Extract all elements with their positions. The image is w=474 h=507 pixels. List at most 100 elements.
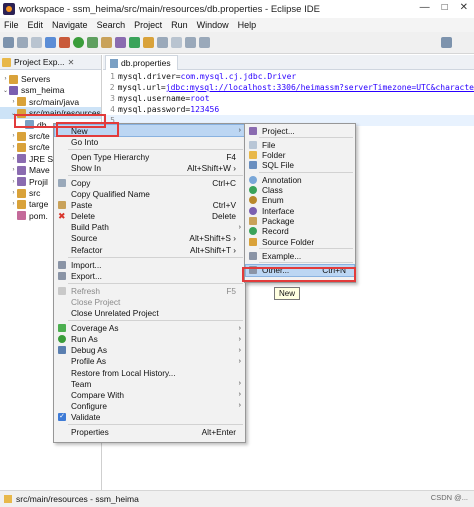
external-tools-icon[interactable] xyxy=(101,37,112,48)
search-toolbar-icon[interactable] xyxy=(157,37,168,48)
tree-expand-icon[interactable]: › xyxy=(10,156,17,162)
menu-item-close-project[interactable]: Close Project xyxy=(55,296,244,307)
menu-item-label: Project... xyxy=(262,125,295,136)
editor-tab-bar: db.properties xyxy=(103,55,474,70)
menu-item-export[interactable]: Export... xyxy=(55,270,244,281)
tree-item-src-main-java[interactable]: › src/main/java xyxy=(0,96,101,108)
menu-item-example[interactable]: Example... xyxy=(246,250,354,261)
main-toolbar xyxy=(0,32,474,54)
menu-edit[interactable]: Edit xyxy=(28,20,44,30)
menu-item-source[interactable]: Source Alt+Shift+S › xyxy=(55,233,244,244)
code-editor[interactable]: 1 mysql.driver= com.mysql.cj.jdbc.Driver 2 m… xyxy=(103,71,474,126)
menu-file[interactable]: File xyxy=(4,20,19,30)
menu-separator xyxy=(259,171,353,173)
menu-item-copy-qualified-name[interactable]: Copy Qualified Name xyxy=(55,189,244,200)
minimize-button[interactable]: — xyxy=(420,2,430,13)
menu-separator xyxy=(259,262,353,264)
submenu-arrow-icon: › xyxy=(238,324,241,332)
paste-icon xyxy=(58,201,66,210)
submenu-arrow-icon: › xyxy=(238,223,241,231)
new-class-icon[interactable] xyxy=(129,37,140,48)
menu-item-profile-as[interactable]: Profile As › xyxy=(55,356,244,367)
project-explorer-tab[interactable]: Project Exp... ✕ xyxy=(0,55,101,70)
menu-item-restore-from-local-history[interactable]: Restore from Local History... xyxy=(55,367,244,378)
menu-help[interactable]: Help xyxy=(238,20,257,30)
menu-item-open-type-hierarchy[interactable]: Open Type Hierarchy F4 xyxy=(55,151,244,162)
menu-item-build-path[interactable]: Build Path › xyxy=(55,222,244,233)
menu-item-refactor[interactable]: Refactor Alt+Shift+T › xyxy=(55,244,244,255)
save-all-icon[interactable] xyxy=(31,37,42,48)
menu-item-label: Refactor xyxy=(71,244,103,255)
menu-item-shortcut: F5 xyxy=(226,285,236,296)
tree-item-servers[interactable]: › Servers xyxy=(0,73,101,85)
forward-icon[interactable] xyxy=(199,37,210,48)
code-line[interactable]: 1 mysql.driver= com.mysql.cj.jdbc.Driver xyxy=(103,71,474,82)
menu-item-label: Properties xyxy=(71,427,109,437)
menu-item-compare-with[interactable]: Compare With › xyxy=(55,389,244,400)
tree-expand-icon[interactable]: › xyxy=(10,190,17,196)
menu-item-coverage-as[interactable]: Coverage As › xyxy=(55,323,244,334)
menu-run[interactable]: Run xyxy=(171,20,188,30)
code-line[interactable]: 2 mysql.url= jdbc:mysql://localhost:3306/h… xyxy=(103,82,474,93)
run-toolbar-icon[interactable] xyxy=(73,37,84,48)
tree-expand-icon[interactable]: › xyxy=(2,76,9,82)
tree-expand-icon[interactable]: › xyxy=(10,201,17,207)
tree-expand-icon[interactable]: › xyxy=(10,99,17,105)
coverage-toolbar-icon[interactable] xyxy=(87,37,98,48)
menu-item-paste[interactable]: Paste Ctrl+V xyxy=(55,200,244,211)
tree-item-label: src xyxy=(29,188,41,198)
menu-project[interactable]: Project xyxy=(134,20,162,30)
skip-breakpoints-icon[interactable] xyxy=(59,37,70,48)
editor-tab-db-properties[interactable]: db.properties xyxy=(105,55,178,70)
code-line[interactable]: 3 mysql.username= root xyxy=(103,93,474,104)
menu-item-delete[interactable]: ✖ Delete Delete xyxy=(55,211,244,222)
menu-item-sql-file[interactable]: SQL File xyxy=(246,160,354,171)
menu-item-refresh[interactable]: Refresh F5 xyxy=(55,285,244,296)
tree-expand-icon[interactable]: › xyxy=(10,144,17,150)
property-key: mysql.url= xyxy=(117,83,166,92)
menu-item-properties[interactable]: Properties Alt+Enter xyxy=(55,427,244,438)
menu-item-import[interactable]: Import... xyxy=(55,259,244,270)
back-icon[interactable] xyxy=(185,37,196,48)
tooltip: New xyxy=(274,287,301,300)
enum-icon xyxy=(249,196,257,205)
tree-expand-icon[interactable]: ⌄ xyxy=(2,87,9,94)
menu-separator xyxy=(68,256,243,258)
tree-item-label: ssm_heima xyxy=(21,85,65,96)
menu-item-debug-as[interactable]: Debug As › xyxy=(55,345,244,356)
tree-node-icon xyxy=(17,131,26,141)
menu-window[interactable]: Window xyxy=(197,20,229,30)
tree-expand-icon[interactable]: › xyxy=(10,133,17,139)
menu-item-team[interactable]: Team › xyxy=(55,378,244,389)
menu-item-label: Annotation xyxy=(262,174,302,185)
menu-item-source-folder[interactable]: Source Folder xyxy=(246,236,354,247)
new-java-project-icon[interactable] xyxy=(115,37,126,48)
menu-item-go-into[interactable]: Go Into xyxy=(55,136,244,147)
code-line[interactable]: 4 mysql.password= 123456 xyxy=(103,104,474,115)
menu-navigate[interactable]: Navigate xyxy=(52,20,88,30)
menu-item-run-as[interactable]: Run As › xyxy=(55,334,244,345)
perspective-icon[interactable] xyxy=(441,37,452,48)
tree-expand-icon[interactable]: › xyxy=(10,179,17,185)
open-type-icon[interactable] xyxy=(143,37,154,48)
menu-item-show-in[interactable]: Show In Alt+Shift+W › xyxy=(55,162,244,173)
menu-item-validate[interactable]: ✓ Validate xyxy=(55,411,244,422)
close-icon[interactable]: ✕ xyxy=(68,58,75,67)
menu-search[interactable]: Search xyxy=(97,20,126,30)
close-window-button[interactable]: ✕ xyxy=(460,2,468,13)
menu-item-label: Close Project xyxy=(71,296,121,307)
save-icon[interactable] xyxy=(17,37,28,48)
menu-item-configure[interactable]: Configure › xyxy=(55,400,244,411)
maximize-button[interactable]: □ xyxy=(442,2,448,13)
next-annotation-icon[interactable] xyxy=(171,37,182,48)
new-icon[interactable] xyxy=(3,37,14,48)
menu-item-project[interactable]: Project... xyxy=(246,125,354,136)
menu-item-close-unrelated-project[interactable]: Close Unrelated Project xyxy=(55,308,244,319)
run-icon xyxy=(58,335,66,344)
debug-toolbar-icon[interactable] xyxy=(45,37,56,48)
tree-expand-icon[interactable]: › xyxy=(10,167,17,173)
submenu-arrow-icon: › xyxy=(238,346,241,354)
line-number: 1 xyxy=(110,72,115,81)
menu-item-copy[interactable]: Copy Ctrl+C xyxy=(55,177,244,188)
tree-item-ssm-heima[interactable]: ⌄ ssm_heima xyxy=(0,84,101,96)
